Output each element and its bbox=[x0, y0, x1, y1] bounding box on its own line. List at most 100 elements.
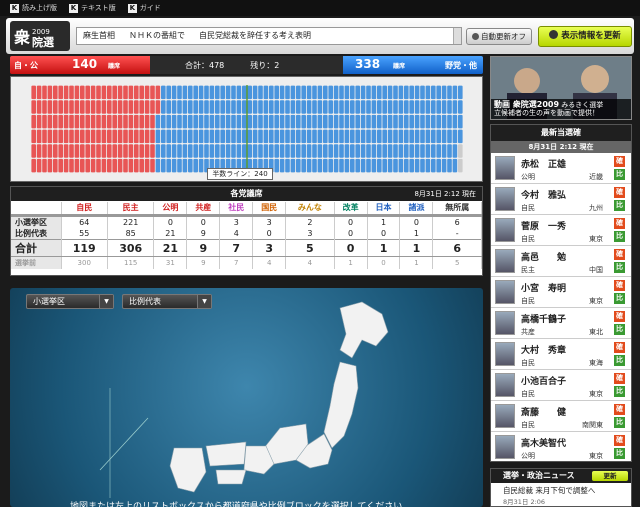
shikoku-region[interactable] bbox=[215, 469, 247, 485]
refresh-icon bbox=[549, 30, 559, 39]
seat-mark bbox=[306, 129, 312, 144]
seat-mark bbox=[63, 144, 69, 158]
winner-row[interactable]: 赤松 正雄 公明 近畿 確比 bbox=[491, 153, 631, 184]
winner-row[interactable]: 小池百合子 自民 東京 確比 bbox=[491, 370, 631, 401]
seat-mark bbox=[204, 144, 209, 158]
read-aloud-link[interactable]: K 読み上げ版 bbox=[10, 3, 57, 13]
winner-row[interactable]: 高橋千鶴子 共産 東北 確比 bbox=[491, 308, 631, 339]
seat-mark bbox=[296, 85, 301, 100]
proportional-badge: 比 bbox=[614, 293, 625, 304]
seat-mark bbox=[425, 129, 431, 144]
ticker-text: 自民党総裁を辞任する考え表明 bbox=[199, 31, 311, 40]
video-banner[interactable]: 動画 衆院選2009 みるきく選挙 立候補者の生の声を動画で提供！ bbox=[490, 56, 632, 120]
seat-mark bbox=[312, 100, 317, 114]
winner-row[interactable]: 今村 雅弘 自民 九州 確比 bbox=[491, 184, 631, 215]
ticker-scrollbar[interactable] bbox=[453, 28, 461, 44]
seat-mark bbox=[414, 158, 420, 173]
seat-mark bbox=[382, 85, 387, 100]
seat-mark bbox=[155, 114, 161, 129]
seat-mark bbox=[306, 100, 312, 114]
refresh-label: 表示情報を更新 bbox=[561, 31, 621, 41]
seat-mark bbox=[198, 144, 204, 158]
tohoku-region[interactable] bbox=[323, 361, 359, 449]
seat-mark bbox=[436, 129, 441, 144]
winner-row[interactable]: 斎藤 健自民 南関東 確比 bbox=[491, 401, 631, 432]
table-row: 合計 119 306 21 9 7 3 5 0 1 1 6 bbox=[11, 239, 482, 257]
winners-list: 赤松 正雄 公明 近畿確比今村 雅弘 自民 九州確比菅原 一秀 自民 東京確比高邑 勉民主中… bbox=[491, 153, 631, 461]
seat-mark bbox=[117, 144, 123, 158]
seat-mark bbox=[236, 114, 242, 129]
hokkaido-region[interactable] bbox=[339, 301, 389, 359]
news-ticker[interactable]: 麻生首相 ＮＨＫの番組で 自民党総裁を辞任する考え表明 bbox=[76, 27, 462, 45]
confirmed-badge: 確 bbox=[614, 156, 625, 167]
candidate-area: 中国 bbox=[589, 266, 603, 274]
proportional-badge: 比 bbox=[614, 169, 625, 180]
latest-winners-panel: 最新当選確 8月31日 2:12 現在 赤松 正雄 公明 近畿確比今村 雅弘 自民 九州… bbox=[490, 124, 632, 462]
seat-mark bbox=[350, 100, 355, 114]
auto-update-button[interactable]: 自動更新オフ bbox=[466, 28, 532, 45]
japan-map-panel: 小選挙区 ▼ 比例代表 ▼ 地図または左上のリストボックスから都道府県や比例ブロック… bbox=[10, 288, 483, 507]
seat-mark bbox=[204, 100, 209, 114]
winner-row[interactable]: 菅原 一秀 自民 東京 確比 bbox=[491, 215, 631, 246]
seat-mark bbox=[447, 85, 452, 100]
refresh-button[interactable]: 表示情報を更新 bbox=[538, 26, 632, 47]
seat-mark bbox=[382, 100, 387, 114]
seat-mark bbox=[269, 129, 274, 144]
kyushu-region[interactable] bbox=[169, 447, 207, 493]
seat-mark bbox=[220, 144, 225, 158]
news-update-button[interactable]: 更新 bbox=[592, 471, 628, 481]
seat-mark bbox=[258, 114, 263, 129]
seat-mark bbox=[112, 144, 117, 158]
winner-row[interactable]: 高邑 勉民主 中国 確比 bbox=[491, 246, 631, 277]
seat-cell: 1 bbox=[399, 239, 434, 257]
news-item[interactable]: 自民総裁 来月下旬で調整へ bbox=[491, 483, 631, 496]
seat-mark bbox=[123, 158, 128, 173]
seat-mark bbox=[366, 100, 371, 114]
video-description: 立候補者の生の声を動画で提供！ bbox=[494, 109, 599, 117]
seat-mark bbox=[306, 114, 312, 129]
seat-mark bbox=[290, 158, 296, 173]
seat-mark bbox=[328, 144, 333, 158]
proportional-badge: 比 bbox=[614, 417, 625, 428]
seat-mark bbox=[317, 144, 323, 158]
guide-link[interactable]: K ガイド bbox=[127, 3, 161, 13]
seat-mark bbox=[371, 100, 377, 114]
seat-mark bbox=[404, 85, 409, 100]
seat-mark bbox=[198, 85, 204, 100]
seat-mark bbox=[150, 144, 155, 158]
chugoku-region[interactable] bbox=[205, 441, 247, 467]
confirmed-badge: 確 bbox=[614, 218, 625, 229]
winner-row[interactable]: 大村 秀章 自民 東海 確比 bbox=[491, 339, 631, 370]
seat-grid bbox=[31, 85, 463, 173]
seat-mark bbox=[31, 114, 36, 129]
seat-mark bbox=[188, 114, 193, 129]
winner-row[interactable]: 小宮 寿明 自民 東京 確比 bbox=[491, 277, 631, 308]
japan-map[interactable] bbox=[10, 288, 483, 507]
seat-cell: 5 bbox=[432, 256, 482, 269]
seat-mark bbox=[452, 114, 458, 129]
seat-mark bbox=[323, 100, 328, 114]
seat-mark bbox=[204, 114, 209, 129]
seat-map bbox=[10, 76, 483, 182]
seat-mark bbox=[63, 158, 69, 173]
text-version-link[interactable]: K テキスト版 bbox=[69, 3, 116, 13]
svg-text:2009: 2009 bbox=[32, 28, 50, 36]
seat-mark bbox=[317, 100, 323, 114]
seat-mark bbox=[366, 129, 371, 144]
candidate-area: 東京 bbox=[589, 235, 603, 243]
seat-cell: 3 bbox=[219, 215, 254, 228]
seat-mark bbox=[128, 100, 134, 114]
seat-mark bbox=[171, 114, 177, 129]
candidate-area: 南関東 bbox=[582, 421, 603, 429]
seat-cell: 0 bbox=[367, 256, 401, 269]
confirmed-badge: 確 bbox=[614, 342, 625, 353]
seat-mark bbox=[74, 144, 80, 158]
seat-cell: 4 bbox=[219, 227, 254, 240]
seat-mark bbox=[431, 144, 436, 158]
seat-mark bbox=[139, 85, 144, 100]
seat-mark bbox=[290, 144, 296, 158]
seat-mark bbox=[74, 85, 80, 100]
news-update-label: 更新 bbox=[603, 472, 617, 480]
seat-mark bbox=[231, 144, 236, 158]
winner-row[interactable]: 高木美智代 公明 東京 確比 bbox=[491, 432, 631, 461]
